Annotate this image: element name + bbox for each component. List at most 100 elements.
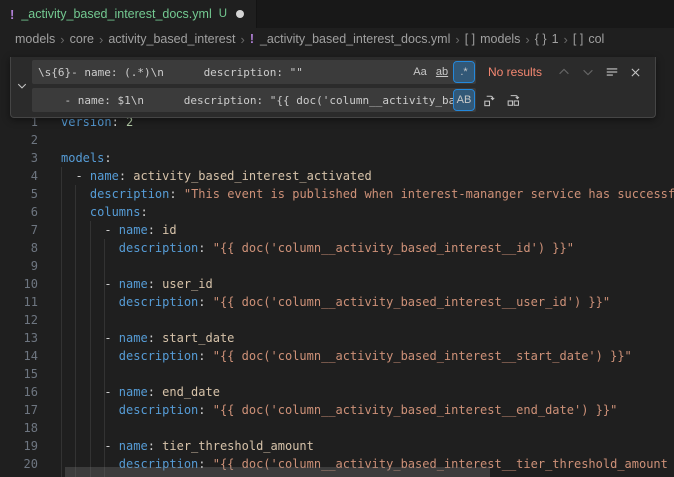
find-input[interactable] bbox=[38, 60, 410, 84]
arrow-down-icon bbox=[581, 65, 595, 79]
previous-match-button[interactable] bbox=[553, 62, 574, 83]
line-content: models: bbox=[61, 149, 112, 167]
line-content: description: "{{ doc('column__activity_b… bbox=[61, 239, 574, 257]
code-line[interactable]: 9 bbox=[0, 257, 674, 275]
code-line[interactable]: 4 - name: activity_based_interest_activa… bbox=[0, 167, 674, 185]
dirty-indicator-dot[interactable] bbox=[236, 10, 244, 18]
breadcrumb-separator: › bbox=[55, 32, 69, 47]
line-content: description: "This event is published wh… bbox=[61, 185, 674, 203]
code-line[interactable]: 6 columns: bbox=[0, 203, 674, 221]
code-area[interactable]: 1version: 223models:4 - name: activity_b… bbox=[0, 113, 674, 473]
line-content: - name: tier_threshold_amount bbox=[61, 437, 314, 455]
chevron-down-icon bbox=[16, 80, 28, 92]
code-line[interactable]: 12 bbox=[0, 311, 674, 329]
selection-lines-icon bbox=[605, 65, 619, 79]
breadcrumb-item-col[interactable]: [ ] col bbox=[573, 32, 604, 46]
breadcrumb-label: col bbox=[588, 32, 604, 46]
code-line[interactable]: 16 - name: end_date bbox=[0, 383, 674, 401]
breadcrumb-label: core bbox=[70, 32, 94, 46]
code-line[interactable]: 5 description: "This event is published … bbox=[0, 185, 674, 203]
line-number: 6 bbox=[0, 203, 38, 221]
line-number: 10 bbox=[0, 275, 38, 293]
replace-input[interactable] bbox=[38, 88, 454, 112]
line-number: 8 bbox=[0, 239, 38, 257]
line-content: description: "{{ doc('column__activity_b… bbox=[61, 347, 632, 365]
replace-input-box: AB bbox=[32, 88, 476, 112]
breadcrumb-item-core[interactable]: core bbox=[70, 32, 94, 46]
replace-all-button[interactable] bbox=[503, 90, 524, 111]
line-number: 11 bbox=[0, 293, 38, 311]
code-line[interactable]: 2 bbox=[0, 131, 674, 149]
line-content: - name: start_date bbox=[61, 329, 234, 347]
line-content: - name: activity_based_interest_activate… bbox=[61, 167, 372, 185]
git-untracked-badge: U bbox=[219, 8, 227, 20]
whole-word-button[interactable]: ab bbox=[432, 62, 452, 82]
symbol-icon: { } bbox=[535, 32, 547, 46]
replace-row: AB bbox=[32, 88, 652, 112]
line-number: 14 bbox=[0, 347, 38, 365]
code-line[interactable]: 15 bbox=[0, 365, 674, 383]
line-content: description: "{{ doc('column__activity_b… bbox=[61, 401, 617, 419]
breadcrumb-item-activity_based_interest[interactable]: activity_based_interest bbox=[108, 32, 235, 46]
code-line[interactable]: 19 - name: tier_threshold_amount bbox=[0, 437, 674, 455]
find-replace-widget: Aa ab .* No results bbox=[10, 57, 656, 118]
code-line[interactable]: 17 description: "{{ doc('column__activit… bbox=[0, 401, 674, 419]
breadcrumb-label: _activity_based_interest_docs.yml bbox=[260, 32, 450, 46]
line-number: 20 bbox=[0, 455, 38, 473]
breadcrumb-item-1[interactable]: { } 1 bbox=[535, 32, 559, 46]
line-number: 5 bbox=[0, 185, 38, 203]
line-number: 12 bbox=[0, 311, 38, 329]
breadcrumb-item-models[interactable]: [ ]models bbox=[465, 32, 521, 46]
breadcrumb-separator: › bbox=[520, 32, 534, 47]
replace-all-icon bbox=[506, 93, 521, 108]
horizontal-scrollbar[interactable] bbox=[65, 467, 490, 477]
breadcrumb-label: activity_based_interest bbox=[108, 32, 235, 46]
yaml-file-icon: ! bbox=[10, 7, 14, 22]
line-number: 4 bbox=[0, 167, 38, 185]
tab-bar: ! _activity_based_interest_docs.yml U bbox=[0, 0, 674, 28]
replace-icon bbox=[482, 93, 497, 108]
breadcrumb-separator: › bbox=[559, 32, 573, 47]
code-line[interactable]: 14 description: "{{ doc('column__activit… bbox=[0, 347, 674, 365]
breadcrumb-separator: › bbox=[235, 32, 249, 47]
regex-button[interactable]: .* bbox=[454, 62, 474, 82]
code-line[interactable]: 7 - name: id bbox=[0, 221, 674, 239]
code-line[interactable]: 8 description: "{{ doc('column__activity… bbox=[0, 239, 674, 257]
symbol-icon: [ ] bbox=[573, 32, 583, 46]
replace-button[interactable] bbox=[479, 90, 500, 111]
find-in-selection-button[interactable] bbox=[601, 62, 622, 83]
line-content: - name: id bbox=[61, 221, 177, 239]
line-number: 18 bbox=[0, 419, 38, 437]
line-number: 19 bbox=[0, 437, 38, 455]
arrow-up-icon bbox=[557, 65, 571, 79]
code-line[interactable]: 3models: bbox=[0, 149, 674, 167]
line-content: description: "{{ doc('column__activity_b… bbox=[61, 293, 610, 311]
vscode-window: ! _activity_based_interest_docs.yml U mo… bbox=[0, 0, 674, 477]
find-status: No results bbox=[488, 65, 542, 79]
breadcrumb-label: 1 bbox=[552, 32, 559, 46]
line-number: 16 bbox=[0, 383, 38, 401]
next-match-button[interactable] bbox=[577, 62, 598, 83]
code-line[interactable]: 13 - name: start_date bbox=[0, 329, 674, 347]
close-find-button[interactable] bbox=[625, 62, 646, 83]
breadcrumb-separator: › bbox=[450, 32, 464, 47]
tab-activity-based-interest-docs[interactable]: ! _activity_based_interest_docs.yml U bbox=[0, 0, 257, 28]
code-line[interactable]: 11 description: "{{ doc('column__activit… bbox=[0, 293, 674, 311]
line-content: columns: bbox=[61, 203, 148, 221]
line-number: 17 bbox=[0, 401, 38, 419]
toggle-replace-button[interactable] bbox=[11, 60, 32, 112]
yaml-file-icon: ! bbox=[250, 32, 254, 46]
line-content: - name: end_date bbox=[61, 383, 220, 401]
breadcrumb-item-models[interactable]: models bbox=[15, 32, 55, 46]
match-case-button[interactable]: Aa bbox=[410, 62, 430, 82]
code-line[interactable]: 18 bbox=[0, 419, 674, 437]
breadcrumb-item-_activity_based_interest_docs.yml[interactable]: ! _activity_based_interest_docs.yml bbox=[250, 32, 451, 46]
find-input-box: Aa ab .* bbox=[32, 60, 476, 84]
code-line[interactable]: 10 - name: user_id bbox=[0, 275, 674, 293]
editor[interactable]: 1version: 223models:4 - name: activity_b… bbox=[0, 50, 674, 477]
line-number: 9 bbox=[0, 257, 38, 275]
preserve-case-button[interactable]: AB bbox=[454, 90, 474, 110]
whole-word-label: ab bbox=[436, 66, 448, 78]
line-number: 13 bbox=[0, 329, 38, 347]
close-icon bbox=[629, 66, 642, 79]
